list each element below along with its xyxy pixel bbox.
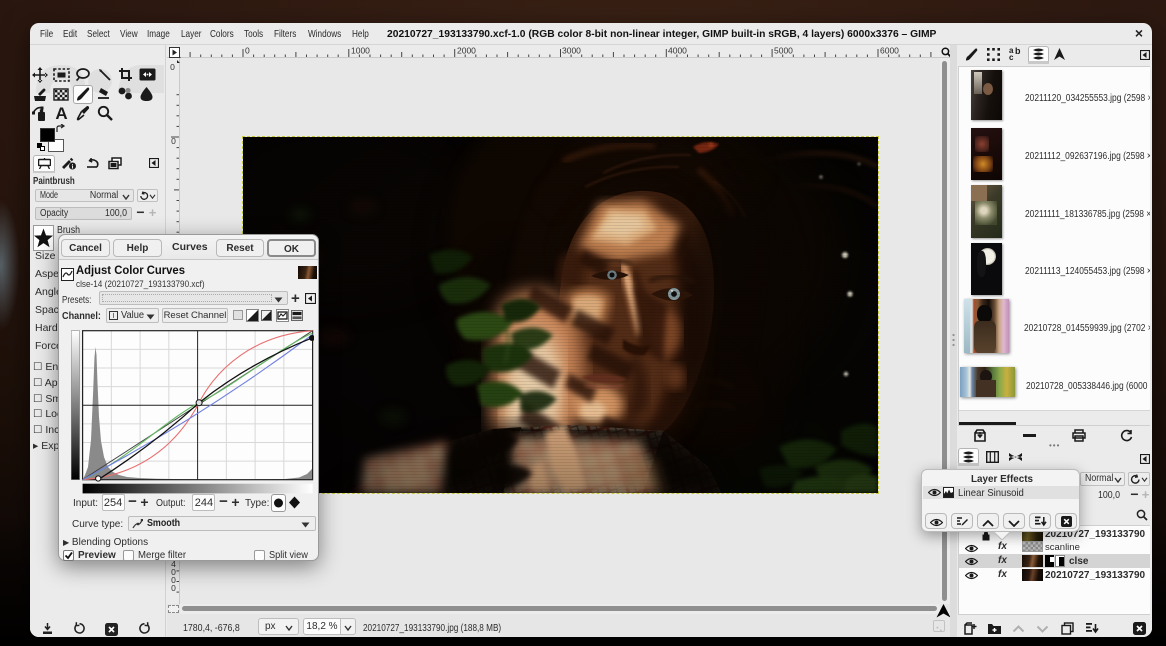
svg-text:0: 0 bbox=[171, 136, 176, 146]
svg-text:6000: 6000 bbox=[880, 46, 899, 56]
svg-text:A: A bbox=[55, 105, 67, 121]
svg-text:4000: 4000 bbox=[668, 46, 687, 56]
svg-text:0: 0 bbox=[171, 583, 176, 593]
svg-text:3000: 3000 bbox=[562, 46, 581, 56]
svg-text:5000: 5000 bbox=[774, 46, 793, 56]
svg-text:2000: 2000 bbox=[457, 46, 476, 56]
svg-text:0: 0 bbox=[245, 46, 250, 56]
svg-text:i: i bbox=[72, 163, 74, 170]
svg-text:1000: 1000 bbox=[351, 46, 370, 56]
